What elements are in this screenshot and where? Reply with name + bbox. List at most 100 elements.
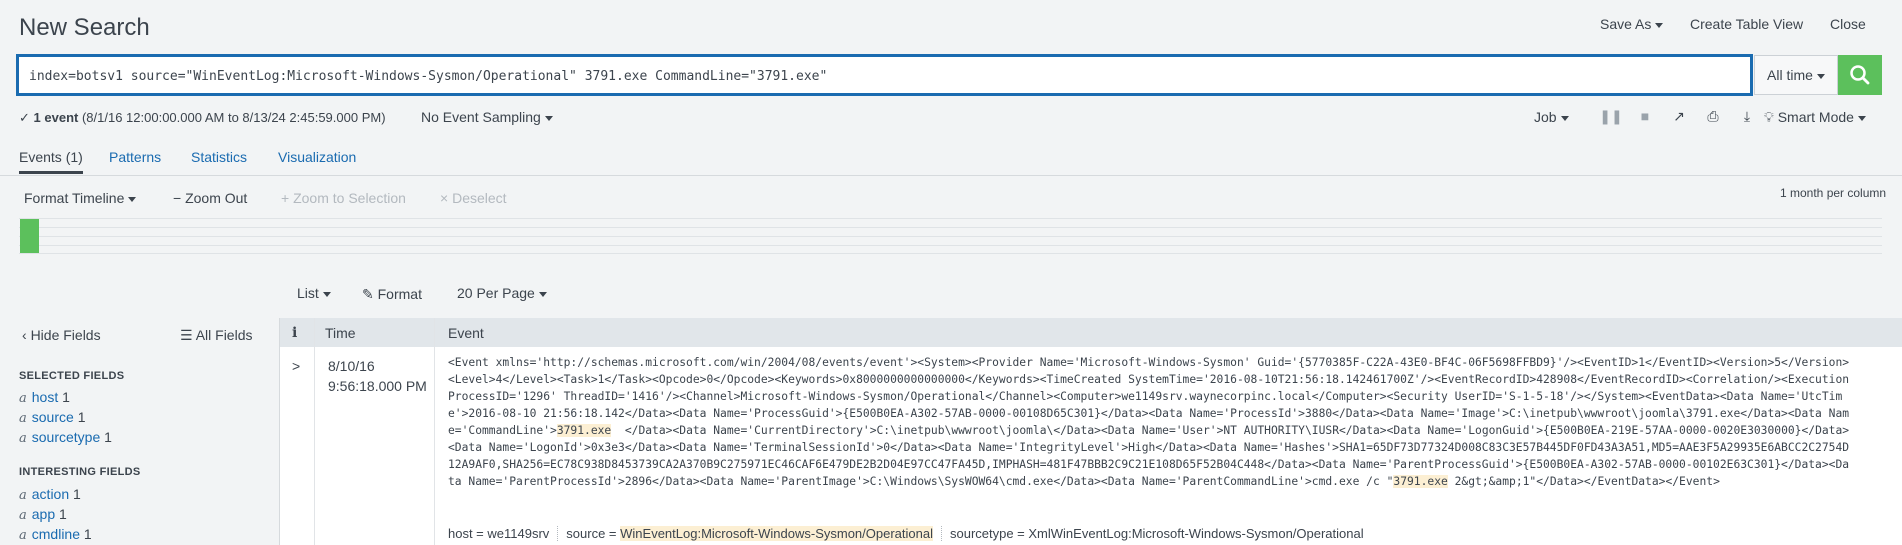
list-label: List [297, 285, 319, 301]
format-button[interactable]: ✎ Format [362, 286, 422, 303]
interesting-fields-heading: INTERESTING FIELDS [19, 466, 141, 478]
field-value: WinEventLog:Microsoft-Windows-Sysmon/Ope… [620, 526, 933, 541]
event-raw-segment: e='CommandLine'> [448, 424, 557, 437]
tab-statistics[interactable]: Statistics [191, 149, 247, 165]
tab-events[interactable]: Events (1) [19, 149, 83, 174]
all-fields-button[interactable]: ☰ All Fields [180, 327, 252, 344]
search-mode-menu[interactable]: 💡︎ Smart Mode [1764, 109, 1866, 126]
event-field-sourcetype[interactable]: sourcetype = XmlWinEventLog:Microsoft-Wi… [942, 526, 1372, 541]
chevron-down-icon [1857, 115, 1866, 121]
deselect-button[interactable]: × Deselect [440, 190, 507, 206]
format-timeline-menu[interactable]: Format Timeline [24, 190, 137, 206]
search-query-text[interactable]: index=botsv1 source="WinEventLog:Microso… [29, 69, 827, 84]
event-field-source[interactable]: source = WinEventLog:Microsoft-Windows-S… [558, 526, 942, 541]
close-button[interactable]: Close [1830, 16, 1866, 32]
event-raw-text[interactable]: <Event xmlns='http://schemas.microsoft.c… [448, 354, 1898, 490]
hide-fields-button[interactable]: ‹ Hide Fields [22, 327, 101, 343]
event-raw-segment: 12A9AF0,SHA256=EC78C938D8453739CA2A370B9… [448, 458, 1850, 471]
event-raw-segment: <Event xmlns='http://schemas.microsoft.c… [448, 356, 1850, 369]
print-icon[interactable]: ⎙ [1696, 108, 1730, 125]
field-type: a [19, 411, 27, 426]
chevron-down-icon [1816, 73, 1825, 79]
search-button[interactable] [1838, 55, 1882, 95]
event-raw-line: 12A9AF0,SHA256=EC78C938D8453739CA2A370B9… [448, 456, 1898, 473]
field-key: source = [566, 526, 621, 541]
pause-icon[interactable]: ❚❚ [1594, 108, 1628, 125]
timeline-gridline [19, 227, 1882, 228]
hide-fields-label: Hide Fields [30, 327, 101, 343]
save-as-menu[interactable]: Save As [1600, 16, 1664, 32]
column-time[interactable]: Time [325, 325, 356, 341]
event-raw-segment: <Level>4</Level><Task>1</Task><Opcode>0<… [448, 373, 1850, 386]
highlighted-term[interactable]: 3791.exe [556, 424, 612, 437]
field-item-sourcetype[interactable]: a sourcetype 1 [19, 429, 112, 446]
event-raw-line: ta Name='ParentProcessId'>2896</Data><Da… [448, 473, 1898, 490]
column-info: i [292, 325, 298, 341]
field-count: 1 [59, 506, 67, 522]
search-mode-label: Smart Mode [1777, 109, 1854, 125]
share-icon[interactable]: ↗ [1662, 108, 1696, 125]
field-count: 1 [73, 486, 81, 502]
export-icon[interactable]: ⤓ [1730, 108, 1764, 125]
field-value: XmlWinEventLog:Microsoft-Windows-Sysmon/… [1028, 526, 1364, 541]
event-raw-line: <Event xmlns='http://schemas.microsoft.c… [448, 354, 1898, 371]
zoom-to-selection-button[interactable]: + Zoom to Selection [281, 190, 406, 206]
stop-icon[interactable]: ■ [1628, 108, 1662, 124]
time-range-picker[interactable]: All time [1754, 55, 1838, 95]
x-icon: × [440, 190, 449, 206]
zoom-out-button[interactable]: − Zoom Out [173, 190, 247, 206]
column-event: Event [448, 325, 484, 341]
event-count: 1 event [33, 110, 79, 125]
chevron-down-icon [1655, 22, 1664, 28]
chevron-down-icon [1560, 115, 1569, 121]
event-field-summary: host = we1149srv source = WinEventLog:Mic… [448, 526, 1372, 541]
timeline-bar[interactable] [20, 219, 39, 253]
zoom-to-selection-label: Zoom to Selection [293, 190, 406, 206]
job-menu[interactable]: Job [1534, 109, 1569, 125]
timeline-gridline [19, 236, 1882, 237]
highlighted-term[interactable]: 3791.exe [1393, 475, 1448, 488]
event-field-host[interactable]: host = we1149srv [448, 526, 559, 541]
per-page-menu[interactable]: 20 Per Page [457, 285, 547, 301]
timeline-gridline [19, 218, 1882, 219]
table-header: i Time Event [280, 318, 1902, 347]
timeline-gridline [19, 253, 1882, 254]
field-name: sourcetype [31, 429, 101, 445]
field-item-cmdline[interactable]: a cmdline 1 [19, 526, 92, 543]
field-name: source [31, 409, 74, 425]
field-item-source[interactable]: a source 1 [19, 409, 85, 426]
event-count-status: ✓ 1 event (8/1/16 12:00:00.000 AM to 8/1… [19, 110, 386, 126]
search-input[interactable]: index=botsv1 source="WinEventLog:Microso… [16, 54, 1753, 96]
event-raw-line: <Level>4</Level><Task>1</Task><Opcode>0<… [448, 371, 1898, 388]
field-count: 1 [104, 429, 112, 445]
event-raw-line: ProcessID='1296' ThreadID='1416'/><Chann… [448, 388, 1898, 405]
field-item-action[interactable]: a action 1 [19, 486, 81, 503]
field-item-host[interactable]: a host 1 [19, 389, 70, 406]
create-table-view-button[interactable]: Create Table View [1690, 16, 1803, 32]
minus-icon: − [173, 190, 182, 206]
chevron-left-icon: ‹ [22, 327, 27, 343]
pencil-icon: ✎ [362, 286, 374, 302]
sampling-label: No Event Sampling [421, 109, 541, 125]
event-raw-line: e='CommandLine'>3791.exe </Data><Data Na… [448, 422, 1898, 439]
field-type: a [19, 528, 27, 543]
list-icon: ☰ [180, 327, 193, 343]
timeline-scale: 1 month per column [1780, 186, 1887, 200]
results-tabs: Events (1) Patterns Statistics Visualiza… [0, 146, 1902, 176]
event-raw-segment: 2&gt;&amp;1"</Data></EventData></Event> [1447, 475, 1720, 488]
event-sampling-menu[interactable]: No Event Sampling [421, 109, 553, 125]
events-table: i Time Event > 8/10/16 9:56:18.000 PM <E… [280, 318, 1902, 545]
field-key: sourcetype = [949, 526, 1029, 541]
timeline-chart[interactable] [19, 218, 1882, 254]
field-item-app[interactable]: a app 1 [19, 506, 67, 523]
list-view-menu[interactable]: List [297, 285, 331, 301]
magnifier-icon [1850, 65, 1870, 85]
tab-visualization[interactable]: Visualization [278, 149, 356, 165]
page-title: New Search [19, 14, 150, 41]
expand-row-icon[interactable]: > [292, 358, 300, 374]
tab-patterns[interactable]: Patterns [109, 149, 161, 165]
chevron-down-icon [544, 115, 553, 121]
field-name: app [31, 506, 56, 522]
check-icon: ✓ [19, 110, 30, 125]
field-count: 1 [77, 409, 86, 425]
